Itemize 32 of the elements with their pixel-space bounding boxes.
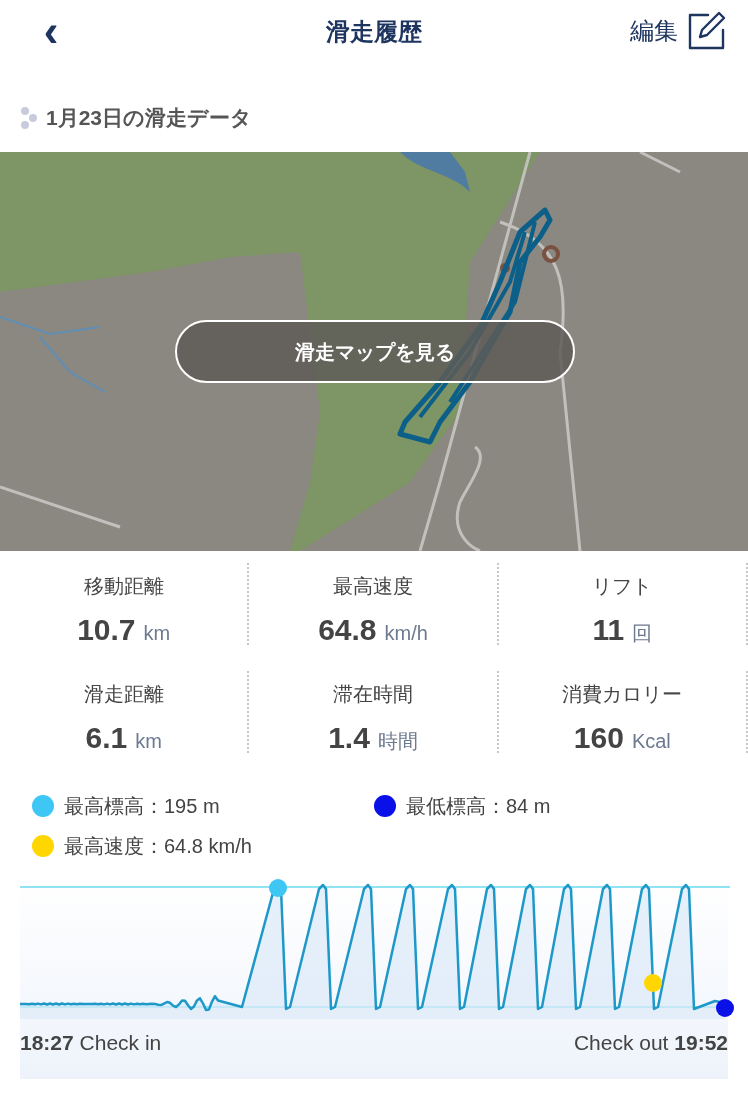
legend-label: 最高標高：195 m — [64, 794, 220, 819]
stat-value: 64.8 — [318, 612, 377, 648]
section-title: 1月23日の滑走データ — [46, 105, 253, 132]
view-map-button[interactable]: 滑走マップを見る — [175, 320, 575, 383]
stat-value: 11 — [592, 612, 625, 648]
stat-unit: 時間 — [377, 729, 418, 754]
edit-button[interactable]: 編集 — [630, 11, 726, 51]
stat-label: 移動距離 — [83, 574, 164, 599]
legend-label: 最低標高：84 m — [406, 794, 551, 819]
stat-label: 滑走距離 — [83, 682, 164, 707]
stat-value: 1.4 — [328, 720, 370, 756]
stat-value: 6.1 — [85, 720, 128, 756]
stat-value: 160 — [573, 720, 624, 756]
stat-unit: km — [135, 729, 162, 754]
dots-icon — [20, 106, 38, 130]
page-title: 滑走履歴 — [325, 17, 423, 47]
edit-icon — [686, 11, 726, 51]
stat-unit: 回 — [632, 621, 653, 646]
check-out-time: Check out 19:52 — [573, 1030, 728, 1056]
stat-label: 最高速度 — [333, 574, 413, 599]
stat-label: リフト — [592, 574, 653, 599]
stat-value: 10.7 — [77, 612, 136, 648]
stat-label: 滞在時間 — [333, 682, 413, 707]
back-button[interactable]: ‹ — [36, 11, 66, 51]
stat-unit: km/h — [384, 621, 428, 646]
legend-label: 最高速度：64.8 km/h — [64, 834, 252, 859]
chart-marker — [716, 999, 734, 1017]
stat-label: 消費カロリー — [562, 682, 683, 707]
chart-marker — [269, 879, 287, 897]
check-in-time: 18:27 Check in — [20, 1030, 162, 1056]
stat-unit: Kcal — [631, 729, 671, 754]
stat-unit: km — [143, 621, 171, 646]
